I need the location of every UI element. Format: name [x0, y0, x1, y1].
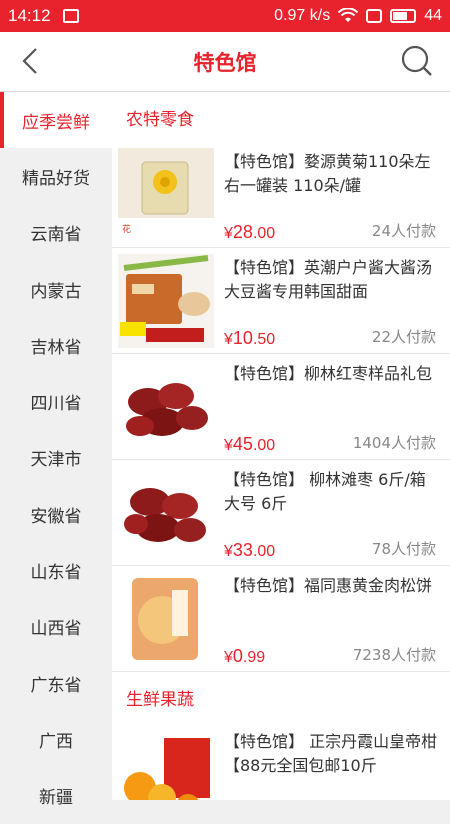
sidebar-item-label: 山东省	[30, 563, 82, 584]
wifi-icon	[338, 8, 359, 22]
sidebar-item-label: 广东省	[30, 675, 82, 696]
sidebar-item-shandong[interactable]: 山东省	[0, 542, 112, 598]
section-title: 农特零食	[126, 109, 194, 130]
mandarin-oranges-image	[118, 728, 214, 800]
product-item[interactable]: 【特色馆】 柳林滩枣 6斤/箱 大号 6斤 ¥33.00 78人付款	[112, 460, 450, 566]
sidebar-item-anhui[interactable]: 安徽省	[0, 486, 112, 542]
price-integer: 0	[232, 646, 243, 666]
product-price: ¥10.50	[224, 328, 275, 349]
sales-count: 1404人付款	[352, 434, 436, 452]
product-name: 【特色馆】柳林红枣样品礼包	[224, 364, 433, 383]
product-item[interactable]: 【特色馆】福同惠黄金肉松饼 ¥0.99 7238人付款	[112, 566, 450, 672]
status-right: 0.97 k/s 44	[274, 7, 442, 25]
sidebar-item-jilin[interactable]: 吉林省	[0, 317, 112, 373]
sidebar-item-label: 四川省	[30, 394, 82, 415]
price-integer: 28	[232, 222, 253, 242]
product-price: ¥33.00	[224, 540, 275, 561]
sidebar-item-label: 新疆	[39, 788, 73, 809]
sidebar-item-tianjin[interactable]: 天津市	[0, 430, 112, 486]
sidebar-item-sichuan[interactable]: 四川省	[0, 373, 112, 429]
price-decimal: .50	[252, 331, 276, 348]
sidebar-item-quality-goods[interactable]: 精品好货	[0, 148, 112, 204]
sidebar-item-label: 吉林省	[30, 337, 82, 358]
sidebar-item-label: 应季尝鲜	[22, 112, 90, 133]
sidebar-item-label: 精品好货	[22, 168, 90, 189]
app-header: 特色馆	[0, 32, 450, 92]
svg-text:花: 花	[122, 223, 131, 235]
product-name: 【特色馆】 柳林滩枣 6斤/箱 大号 6斤	[224, 470, 426, 513]
sidebar-item-label: 广西	[39, 731, 73, 752]
status-time: 14:12	[8, 6, 51, 25]
price-decimal: .99	[242, 649, 266, 666]
status-bar: 14:12 0.97 k/s 44	[0, 0, 450, 32]
price-decimal: .00	[252, 437, 276, 454]
product-item[interactable]: 【特色馆】柳林红枣样品礼包 ¥45.00 1404人付款	[112, 354, 450, 460]
price-integer: 33	[232, 540, 253, 560]
sales-count: 78人付款	[371, 540, 436, 558]
red-dates-image	[118, 360, 214, 454]
product-price: ¥0.99	[224, 646, 265, 667]
product-item[interactable]: 【特色馆】 正宗丹霞山皇帝柑【88元全国包邮10斤	[112, 722, 450, 800]
soybean-paste-image	[118, 254, 214, 348]
sidebar-item-inner-mongolia[interactable]: 内蒙古	[0, 261, 112, 317]
sales-count: 22人付款	[371, 328, 436, 346]
product-price: ¥28.00	[224, 222, 275, 243]
category-sidebar: 应季尝鲜 精品好货 云南省 内蒙古 吉林省 四川省 天津市 安徽省 山东省 山西…	[0, 92, 112, 808]
product-name: 【特色馆】 正宗丹霞山皇帝柑【88元全国包邮10斤	[224, 732, 438, 775]
sidebar-item-shanxi[interactable]: 山西省	[0, 599, 112, 655]
search-icon[interactable]	[400, 44, 434, 78]
red-dates-image	[118, 466, 214, 560]
sidebar-item-guangdong[interactable]: 广东省	[0, 655, 112, 711]
price-decimal: .00	[252, 225, 276, 242]
chrysanthemum-tea-image: 花	[118, 148, 214, 242]
sales-count: 24人付款	[371, 222, 436, 240]
meat-floss-cake-image	[118, 572, 214, 666]
price-currency: ¥	[224, 331, 233, 348]
sidebar-item-xinjiang[interactable]: 新疆	[0, 768, 112, 824]
sidebar-item-yunnan[interactable]: 云南省	[0, 205, 112, 261]
network-speed: 0.97 k/s	[274, 7, 331, 24]
product-item[interactable]: 【特色馆】英潮户户酱大酱汤大豆酱专用韩国甜面 ¥10.50 22人付款	[112, 248, 450, 354]
sidebar-item-label: 云南省	[30, 225, 82, 246]
sim-icon	[366, 9, 383, 23]
sidebar-item-label: 内蒙古	[30, 281, 82, 302]
price-currency: ¥	[224, 437, 233, 454]
product-item[interactable]: 花 【特色馆】婺源黄菊110朵左右一罐装 110朵/罐 ¥28.00 24人付款	[112, 142, 450, 248]
battery-icon	[390, 9, 417, 23]
price-decimal: .00	[252, 543, 276, 560]
sales-count: 7238人付款	[352, 646, 436, 664]
price-currency: ¥	[224, 649, 233, 666]
price-currency: ¥	[224, 225, 233, 242]
price-currency: ¥	[224, 543, 233, 560]
battery-level: 44	[424, 7, 442, 24]
product-name: 【特色馆】英潮户户酱大酱汤大豆酱专用韩国甜面	[224, 258, 433, 301]
section-title: 生鲜果蔬	[126, 689, 194, 710]
product-list: 农特零食 花 【特色馆】婺源黄菊110朵左右一罐装 110朵/罐 ¥28.00 …	[112, 92, 450, 800]
page-title: 特色馆	[193, 50, 257, 75]
product-name: 【特色馆】婺源黄菊110朵左右一罐装 110朵/罐	[224, 152, 431, 195]
sidebar-item-label: 山西省	[30, 619, 82, 640]
sidebar-item-seasonal[interactable]: 应季尝鲜	[0, 92, 112, 149]
sidebar-item-label: 天津市	[30, 450, 82, 471]
price-integer: 10	[232, 328, 253, 348]
product-price: ¥45.00	[224, 434, 275, 455]
back-arrow-icon[interactable]	[18, 46, 48, 76]
sidebar-item-label: 安徽省	[30, 506, 82, 527]
price-integer: 45	[232, 434, 253, 454]
product-name: 【特色馆】福同惠黄金肉松饼	[224, 576, 433, 595]
image-notification-icon	[62, 9, 79, 23]
sidebar-item-guangxi[interactable]: 广西	[0, 711, 112, 767]
